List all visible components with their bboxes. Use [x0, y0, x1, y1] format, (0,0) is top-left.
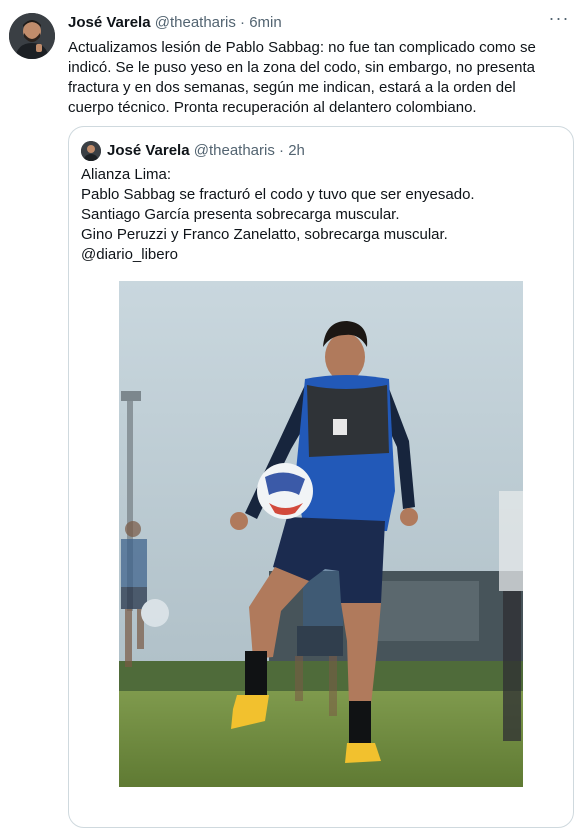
quoted-header: José Varela @theatharis · 2h — [107, 141, 305, 161]
quoted-author-handle: @theatharis — [193, 142, 275, 159]
avatar[interactable] — [9, 13, 55, 59]
tweet-header: José Varela @theatharis · 6min — [68, 13, 565, 33]
quoted-timestamp: 2h — [288, 142, 305, 159]
author-name[interactable]: José Varela — [68, 14, 151, 31]
quoted-line-team: Alianza Lima: — [81, 166, 172, 183]
timestamp[interactable]: 6min — [249, 14, 282, 31]
more-options-icon[interactable]: ··· — [547, 8, 571, 32]
separator-dot: · — [240, 14, 246, 31]
quoted-line-peruzzi: Gino Peruzzi y Franco Zanelatto, sobreca… — [81, 226, 448, 243]
quoted-separator-dot: · — [279, 142, 285, 159]
quoted-line-mention[interactable]: @diario_libero — [81, 245, 561, 265]
quoted-author-name: José Varela — [107, 142, 190, 159]
quoted-line-garcia: Santiago García presenta sobrecarga musc… — [81, 206, 400, 223]
tweet[interactable]: José Varela @theatharis · 6min ··· Actua… — [0, 0, 585, 828]
quoted-line-sabbag: Pablo Sabbag se fracturó el codo y tuvo … — [81, 186, 475, 203]
quoted-avatar — [81, 141, 101, 161]
quoted-tweet[interactable]: José Varela @theatharis · 2h Alianza Lim… — [68, 126, 574, 828]
quoted-text: Alianza Lima: Pablo Sabbag se fracturó e… — [81, 165, 561, 265]
author-handle[interactable]: @theatharis — [155, 14, 236, 31]
tweet-text: Actualizamos lesión de Pablo Sabbag: no … — [68, 39, 536, 116]
tweet-photo[interactable] — [119, 281, 523, 787]
